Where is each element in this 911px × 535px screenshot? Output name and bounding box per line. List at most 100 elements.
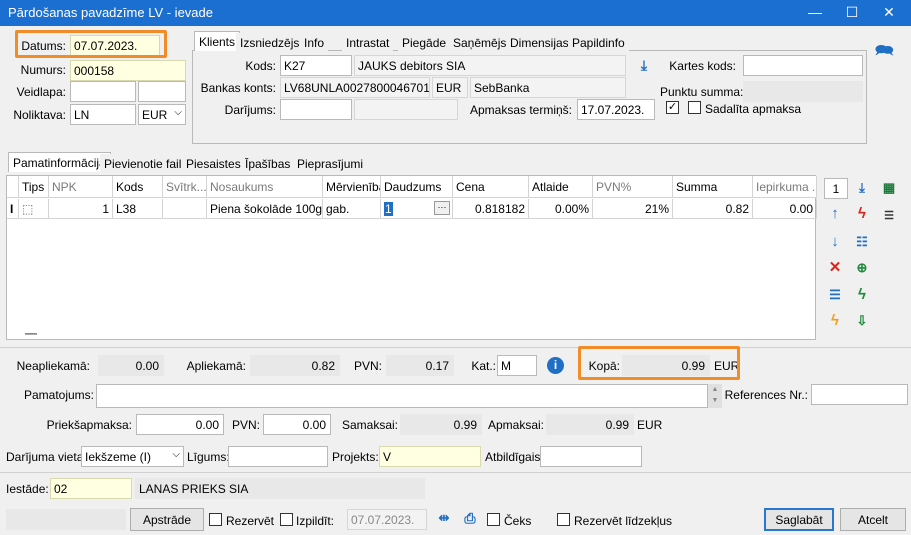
sadalita-checkbox[interactable] [688, 101, 701, 114]
client-tab-5[interactable]: Piegāde [398, 33, 451, 53]
printer-icon[interactable]: ⎙ [461, 509, 479, 527]
delete-icon[interactable]: ✕ [826, 259, 844, 277]
minimize-button[interactable]: — [797, 0, 833, 26]
chevron-down-icon: ⌵ [172, 449, 180, 460]
priekssapmaksa-input[interactable]: 0.00 [136, 414, 224, 435]
client-code-input[interactable]: K27 [280, 55, 352, 76]
excel-icon[interactable]: ▦ [880, 179, 898, 197]
izpildit-checkbox[interactable] [280, 513, 293, 526]
main-tab-3[interactable]: Piesaistes [182, 154, 245, 174]
main-tab-2[interactable]: Pievienotie faili [100, 154, 189, 174]
list-sort-icon[interactable]: ☷ [853, 233, 871, 251]
table-cell[interactable]: 1 [49, 199, 113, 219]
darijuma-vieta-value: Iekšzeme (I) [85, 450, 152, 464]
rezervet-lidzeklus-checkbox[interactable] [557, 513, 570, 526]
column-header[interactable]: Summa [673, 176, 753, 198]
main-tab-1[interactable]: Pamatinformācija [8, 152, 111, 172]
info-icon[interactable]: i [547, 357, 564, 374]
client-tab-1[interactable]: Klients [194, 31, 241, 51]
move-down-icon[interactable]: ↓ [826, 233, 844, 251]
kat-input[interactable]: M [497, 355, 537, 376]
import-icon[interactable]: ⤓ [853, 179, 871, 197]
pamatojums-input[interactable] [96, 384, 708, 408]
column-header[interactable]: PVN% [593, 176, 673, 198]
pamatojums-scrollbar[interactable]: ▲ ▼ [708, 384, 722, 408]
download-icon[interactable]: ⤓ [635, 56, 653, 74]
main-tab-4[interactable]: Īpašības [241, 154, 295, 174]
rezervet-checkbox[interactable] [209, 513, 222, 526]
chevron-down-icon: ⌵ [174, 107, 182, 118]
table-cell[interactable]: 0.818182 [453, 199, 529, 219]
currency-select[interactable]: EUR ⌵ [138, 104, 186, 125]
client-tab-4[interactable]: Intrastat [342, 33, 394, 53]
darijuma-vieta-select[interactable]: Iekšzeme (I) ⌵ [81, 446, 184, 467]
close-button[interactable]: ✕ [871, 0, 907, 26]
table-cell[interactable]: 0.00% [529, 199, 593, 219]
document-download-icon[interactable]: ⇩ [853, 312, 871, 330]
numurs-label: Numurs: [20, 63, 66, 77]
maximize-button[interactable]: ☐ [834, 0, 870, 26]
save-button[interactable]: Saglabāt [764, 508, 834, 531]
projekts-input[interactable]: V [379, 446, 481, 467]
checked-checkbox[interactable]: ✓ [666, 101, 679, 114]
kods-label: Kods: [245, 59, 276, 73]
kartes-kods-input[interactable] [743, 55, 863, 76]
table-cell[interactable]: 1 ··· [381, 199, 453, 219]
split-icon[interactable]: ⇹ [435, 509, 453, 527]
veidlapa-input-2[interactable] [138, 81, 186, 102]
lightning-red-icon[interactable]: ϟ [853, 205, 871, 223]
table-cell[interactable]: 21% [593, 199, 673, 219]
list-arrow-icon[interactable]: ☰ [826, 286, 844, 304]
iestade-name-field: LANAS PRIEKS SIA [135, 478, 425, 499]
column-header[interactable]: Kods [113, 176, 163, 198]
payment-pvn-input[interactable]: 0.00 [263, 414, 331, 435]
add-document-icon[interactable]: ⊕ [853, 259, 871, 277]
column-header[interactable]: Cena [453, 176, 529, 198]
row-counter[interactable]: 1 [824, 178, 848, 199]
client-tab-2[interactable]: Izsniedzējs [236, 33, 304, 53]
column-header[interactable]: Atlaide [529, 176, 593, 198]
cancel-button[interactable]: Atcelt [840, 508, 906, 531]
atbildigais-input[interactable] [540, 446, 642, 467]
table-cell[interactable]: 0.82 [673, 199, 753, 219]
table-cell[interactable]: 0.00 [753, 199, 817, 219]
column-header[interactable]: Tips [19, 176, 49, 198]
apmaksas-termins-label: Apmaksas termiņš: [469, 103, 572, 117]
ellipsis-button[interactable]: ··· [434, 201, 450, 215]
client-tab-8[interactable]: Papildinfo [568, 33, 629, 53]
table-cell[interactable]: ⬚ [19, 199, 49, 219]
references-input[interactable] [811, 384, 908, 405]
list-icon[interactable]: ☰ [880, 207, 898, 225]
column-header[interactable]: Daudzums [381, 176, 453, 198]
chat-icon[interactable]: 🗪 [875, 42, 894, 60]
lightning-green-icon[interactable]: ϟ [853, 286, 871, 304]
veidlapa-label: Veidlapa: [16, 85, 66, 99]
veidlapa-input[interactable] [70, 81, 136, 102]
column-header[interactable]: NPK [49, 176, 113, 198]
numurs-input[interactable]: 000158 [70, 60, 186, 81]
column-header[interactable]: Nosaukums [207, 176, 323, 198]
apstrade-button[interactable]: Apstrāde [130, 508, 204, 531]
darijums-input[interactable] [280, 99, 352, 120]
column-header[interactable]: Svītrk... [163, 176, 207, 198]
client-tab-6[interactable]: Saņēmējs [449, 33, 511, 53]
ceks-checkbox[interactable] [487, 513, 500, 526]
window-title: Pārdošanas pavadzīme LV - ievade [8, 5, 213, 20]
ligums-input[interactable] [228, 446, 328, 467]
lightning-orange-icon[interactable]: ϟ [826, 312, 844, 330]
table-cell[interactable] [163, 199, 207, 219]
move-up-icon[interactable]: ↑ [826, 205, 844, 223]
items-grid[interactable]: Tips NPK Kods Svītrk... Nosaukums Mērvienība D… [6, 175, 817, 340]
column-header[interactable]: Mērvienība [323, 176, 381, 198]
table-cell[interactable]: Piena šokolāde 100g [207, 199, 323, 219]
client-tab-3[interactable]: Info [300, 33, 329, 53]
column-header[interactable]: Iepirkuma ... [753, 176, 817, 198]
table-cell[interactable]: gab. [323, 199, 381, 219]
darijuma-vieta-label: Darījuma vieta: [6, 450, 87, 464]
iestade-code-input[interactable]: 02 [50, 478, 132, 499]
client-tab-7[interactable]: Dimensijas [506, 33, 573, 53]
table-cell[interactable]: L38 [113, 199, 163, 219]
apmaksas-termins-input[interactable]: 17.07.2023. [577, 99, 655, 120]
noliktava-input[interactable]: LN [70, 104, 136, 125]
main-tab-5[interactable]: Pieprasījumi [293, 154, 368, 174]
